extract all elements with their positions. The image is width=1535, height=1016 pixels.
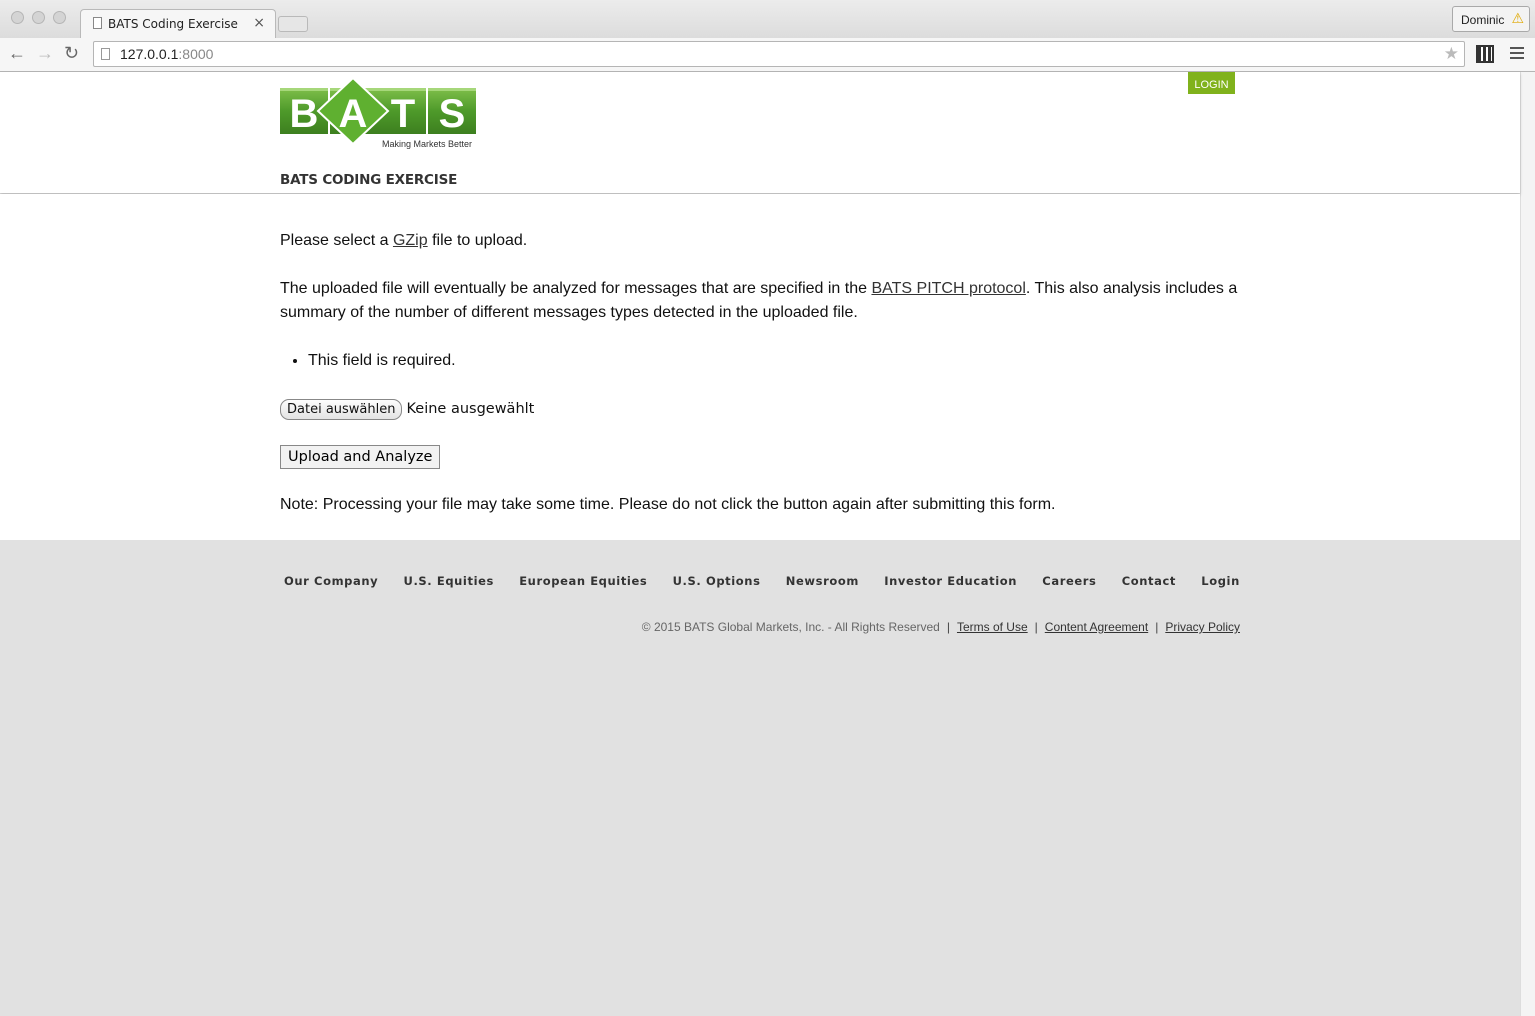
browser-titlebar: BATS Coding Exercise × Dominic ⚠ bbox=[0, 0, 1535, 38]
logo-letter-a: A bbox=[339, 92, 368, 136]
intro-paragraph: Please select a GZip file to upload. bbox=[280, 229, 527, 253]
window-close-dot[interactable] bbox=[11, 11, 24, 24]
intro-suffix: file to upload. bbox=[427, 232, 528, 249]
reload-icon[interactable]: ↻ bbox=[64, 43, 79, 64]
login-button[interactable]: LOGIN bbox=[1188, 72, 1235, 94]
tab-close-icon[interactable]: × bbox=[253, 15, 265, 31]
forward-icon[interactable]: → bbox=[36, 43, 54, 64]
url-host: 127.0.0.1 bbox=[120, 46, 179, 62]
page-scrollbar[interactable] bbox=[1520, 72, 1535, 1016]
logo-letter-s: S bbox=[439, 92, 466, 136]
logo-letter-b: B bbox=[290, 92, 319, 136]
back-icon[interactable]: ← bbox=[8, 43, 26, 64]
profile-name: Dominic bbox=[1461, 13, 1505, 27]
main-content: Please select a GZip file to upload. The… bbox=[0, 194, 1520, 540]
browser-toolbar: ← → ↻ 127.0.0.1:8000 ★ bbox=[0, 38, 1535, 72]
pitch-protocol-link[interactable]: BATS PITCH protocol bbox=[871, 280, 1025, 297]
window-zoom-dot[interactable] bbox=[53, 11, 66, 24]
footer-nav: Our Company U.S. Equities European Equit… bbox=[284, 574, 1240, 588]
footer-link-login[interactable]: Login bbox=[1201, 574, 1240, 588]
warning-icon: ⚠ bbox=[1511, 10, 1524, 26]
logo-letter-t: T bbox=[391, 92, 415, 136]
gzip-link[interactable]: GZip bbox=[393, 232, 428, 249]
browser-tab[interactable]: BATS Coding Exercise × bbox=[80, 9, 276, 38]
site-footer: Our Company U.S. Equities European Equit… bbox=[0, 540, 1520, 1016]
footer-link-us-equities[interactable]: U.S. Equities bbox=[404, 574, 494, 588]
new-tab-button[interactable] bbox=[278, 16, 308, 32]
address-bar[interactable]: 127.0.0.1:8000 ★ bbox=[93, 41, 1465, 67]
logo-tagline: Making Markets Better bbox=[382, 139, 472, 149]
qr-code-icon[interactable] bbox=[1476, 45, 1494, 63]
file-input[interactable]: Datei auswählen Keine ausgewählt bbox=[280, 397, 534, 421]
footer-legal: © 2015 BATS Global Markets, Inc. - All R… bbox=[642, 620, 1240, 634]
file-status: Keine ausgewählt bbox=[406, 401, 535, 417]
error-item: This field is required. bbox=[308, 349, 456, 373]
separator: | bbox=[946, 620, 950, 634]
terms-of-use-link[interactable]: Terms of Use bbox=[957, 620, 1028, 634]
content-agreement-link[interactable]: Content Agreement bbox=[1045, 620, 1148, 634]
bookmark-star-icon[interactable]: ★ bbox=[1444, 44, 1459, 64]
copyright-text: © 2015 BATS Global Markets, Inc. - All R… bbox=[641, 620, 940, 634]
separator: | bbox=[1034, 620, 1038, 634]
window-minimize-dot[interactable] bbox=[32, 11, 45, 24]
error-list: This field is required. bbox=[308, 349, 456, 373]
footer-link-newsroom[interactable]: Newsroom bbox=[786, 574, 859, 588]
choose-file-button[interactable]: Datei auswählen bbox=[280, 398, 403, 420]
separator: | bbox=[1155, 620, 1159, 634]
upload-analyze-button[interactable]: Upload and Analyze bbox=[280, 445, 441, 469]
page-title: BATS CODING EXERCISE bbox=[280, 172, 458, 188]
footer-link-us-options[interactable]: U.S. Options bbox=[673, 574, 761, 588]
footer-link-careers[interactable]: Careers bbox=[1042, 574, 1096, 588]
site-header: B A T S Making Markets Better LOGIN BATS… bbox=[0, 72, 1520, 193]
footer-link-investor-education[interactable]: Investor Education bbox=[884, 574, 1017, 588]
url-port: :8000 bbox=[178, 46, 214, 62]
desc-prefix: The uploaded file will eventually be ana… bbox=[280, 280, 872, 297]
processing-note: Note: Processing your file may take some… bbox=[280, 496, 1056, 513]
footer-link-our-company[interactable]: Our Company bbox=[284, 574, 378, 588]
description-paragraph: The uploaded file will eventually be ana… bbox=[280, 277, 1240, 325]
footer-link-contact[interactable]: Contact bbox=[1122, 574, 1176, 588]
page-icon bbox=[101, 48, 110, 60]
tab-title: BATS Coding Exercise bbox=[108, 17, 238, 31]
privacy-policy-link[interactable]: Privacy Policy bbox=[1165, 620, 1240, 634]
menu-icon[interactable] bbox=[1510, 47, 1524, 62]
intro-prefix: Please select a bbox=[280, 232, 393, 249]
page-icon bbox=[93, 17, 102, 29]
profile-button[interactable]: Dominic ⚠ bbox=[1452, 6, 1530, 32]
bats-logo[interactable]: B A T S Making Markets Better bbox=[280, 78, 476, 150]
footer-link-european-equities[interactable]: European Equities bbox=[519, 574, 647, 588]
